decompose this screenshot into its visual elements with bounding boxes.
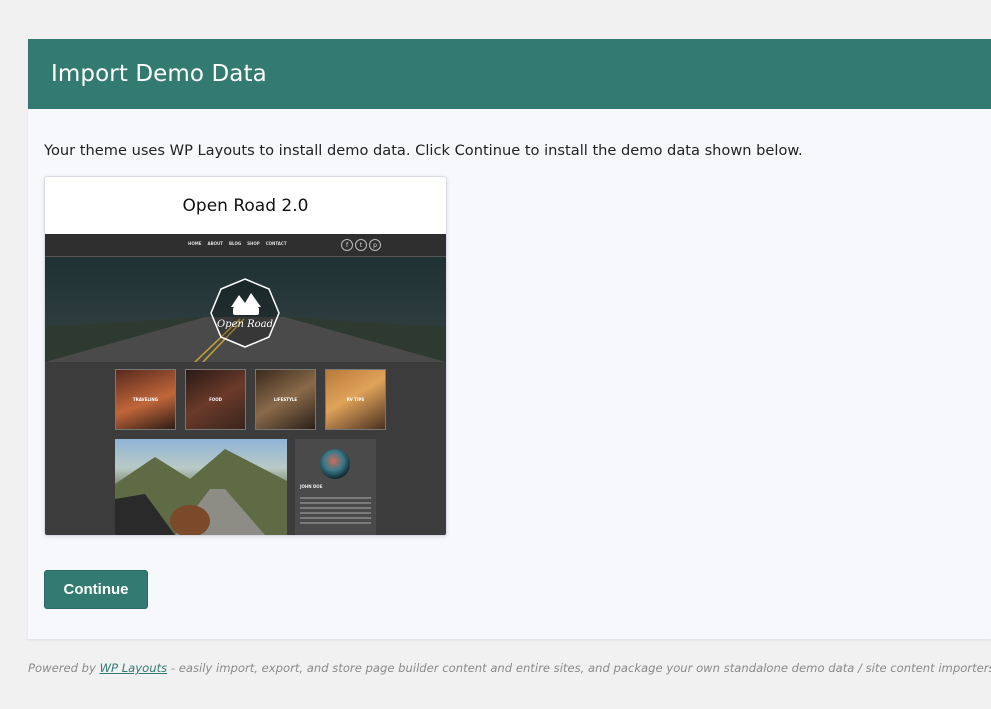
preview-nav-blog: BLOG [229,241,242,246]
preview-nav-about: ABOUT [207,241,223,246]
continue-button[interactable]: Continue [44,570,148,609]
open-road-logo-icon: Open Road [210,278,280,348]
avatar [320,449,350,479]
footer-suffix: - easily import, export, and store page … [167,661,991,675]
preview-nav-links: HOME ABOUT BLOG SHOP CONTACT [188,241,287,246]
preview-feature-photo [115,439,287,535]
import-panel: Import Demo Data Your theme uses WP Layo… [28,39,991,639]
preview-nav-home: HOME [188,241,202,246]
thumbnail-rv-tips: RV TIPS [325,369,386,430]
thumbnail-traveling: TRAVELING [115,369,176,430]
demo-preview-image: HOME ABOUT BLOG SHOP CONTACT f t p Open … [45,234,446,535]
footer-credit: Powered by WP Layouts - easily import, e… [28,661,991,675]
thumbnail-lifestyle: LIFESTYLE [255,369,316,430]
panel-header: Import Demo Data [28,39,991,109]
preview-nav-contact: CONTACT [265,241,287,246]
thumbnail-food: FOOD [185,369,246,430]
preview-nav-shop: SHOP [247,241,260,246]
intro-text: Your theme uses WP Layouts to install de… [44,142,803,159]
facebook-icon: f [341,239,353,251]
preview-author-bio [300,497,371,527]
preview-social: f t p [341,239,381,251]
pinterest-icon: p [369,239,381,251]
preview-author-box: JOHN DOE [295,439,376,535]
mountain-road-illustration [115,449,287,535]
preview-hero: Open Road [45,257,446,362]
svg-text:Open Road: Open Road [217,319,273,330]
demo-card: Open Road 2.0 HOME ABOUT BLOG SHOP CONTA… [44,176,447,536]
footer-prefix: Powered by [28,661,100,675]
demo-title: Open Road 2.0 [182,195,309,216]
preview-thumbnails: TRAVELING FOOD LIFESTYLE RV TIPS [115,369,386,430]
twitter-icon: t [355,239,367,251]
preview-author-name: JOHN DOE [300,484,323,489]
wp-layouts-link[interactable]: WP Layouts [100,661,168,675]
page-title: Import Demo Data [51,61,267,87]
preview-nav: HOME ABOUT BLOG SHOP CONTACT f t p [45,234,446,257]
